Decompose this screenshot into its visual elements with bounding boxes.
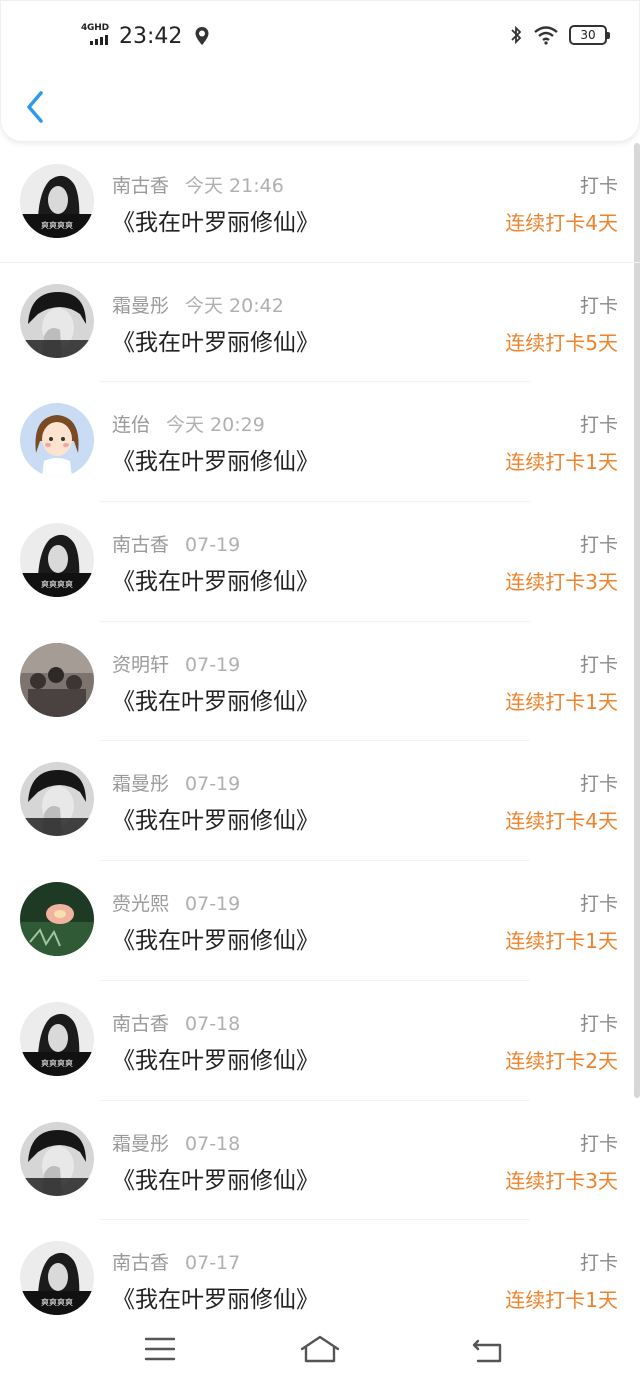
entry-time: 07-18 <box>185 1132 241 1155</box>
user-name[interactable]: 南古香 <box>112 534 169 556</box>
network-type: 4GHD <box>81 23 109 33</box>
avatar[interactable]: 爽爽爽爽 <box>20 164 94 238</box>
back-icon[interactable] <box>468 1329 508 1369</box>
signal-icon: 4GHD <box>81 23 113 49</box>
book-title[interactable]: 《我在叶罗丽修仙》 <box>112 921 319 955</box>
checkin-label: 打卡 <box>579 1132 618 1155</box>
entry-time: 07-19 <box>185 893 241 916</box>
system-nav-bar <box>0 1315 640 1387</box>
book-title[interactable]: 《我在叶罗丽修仙》 <box>112 323 319 357</box>
streak-count: 连续打卡3天 <box>505 570 618 595</box>
svg-text:爽爽爽爽: 爽爽爽爽 <box>41 580 73 589</box>
entry-meta: 霜曼彤 07-18 <box>112 1129 240 1156</box>
checkin-label: 打卡 <box>579 294 618 317</box>
battery-level: 30 <box>580 28 596 42</box>
entry-meta: 资明轩 07-19 <box>112 650 240 677</box>
streak-count: 连续打卡5天 <box>505 330 618 355</box>
streak-count: 连续打卡1天 <box>505 450 618 475</box>
menu-icon[interactable] <box>140 1329 180 1369</box>
entry-time: 今天 20:42 <box>185 294 284 317</box>
checkin-label: 打卡 <box>579 1012 618 1035</box>
avatar[interactable] <box>20 882 94 957</box>
streak-count: 连续打卡1天 <box>505 929 618 954</box>
user-name[interactable]: 连佁 <box>112 414 150 436</box>
checkin-label: 打卡 <box>579 1252 618 1275</box>
list-item[interactable]: 霜曼彤 07-19 《我在叶罗丽修仙》 打卡 连续打卡4天 <box>0 741 640 862</box>
streak-count: 连续打卡4天 <box>505 211 618 235</box>
entry-time: 07-19 <box>185 653 241 676</box>
avatar[interactable] <box>20 283 94 358</box>
svg-text:爽爽爽爽: 爽爽爽爽 <box>41 1059 73 1068</box>
back-button[interactable] <box>21 87 51 127</box>
entry-time: 07-18 <box>185 1012 241 1035</box>
checkin-label: 打卡 <box>579 534 618 557</box>
location-icon <box>195 27 209 45</box>
entry-meta: 连佁 今天 20:29 <box>112 410 265 437</box>
battery-icon: 30 <box>569 25 610 45</box>
user-name[interactable]: 资明轩 <box>112 654 169 676</box>
entry-meta: 南古香 今天 21:46 <box>112 171 284 198</box>
list-item[interactable]: 连佁 今天 20:29 《我在叶罗丽修仙》 打卡 连续打卡1天 <box>0 382 640 503</box>
streak-count: 连续打卡1天 <box>505 689 618 714</box>
checkin-list: 爽爽爽爽 南古香 今天 21:46 《我在叶罗丽修仙》 打卡 连续打卡4天 霜曼彤… <box>0 143 640 1340</box>
checkin-label: 打卡 <box>579 414 618 437</box>
bluetooth-icon <box>511 25 522 45</box>
streak-count: 连续打卡2天 <box>505 1048 618 1073</box>
list-item[interactable]: 爽爽爽爽 南古香 今天 21:46 《我在叶罗丽修仙》 打卡 连续打卡4天 <box>0 143 640 263</box>
list-item[interactable]: 资明轩 07-19 《我在叶罗丽修仙》 打卡 连续打卡1天 <box>0 622 640 742</box>
entry-meta: 南古香 07-18 <box>112 1009 240 1036</box>
user-name[interactable]: 南古香 <box>112 1013 169 1035</box>
user-name[interactable]: 赍光熙 <box>112 893 169 915</box>
user-name[interactable]: 霜曼彤 <box>112 1133 169 1155</box>
svg-text:爽爽爽爽: 爽爽爽爽 <box>41 1298 73 1307</box>
book-title[interactable]: 《我在叶罗丽修仙》 <box>112 203 319 237</box>
svg-text:爽爽爽爽: 爽爽爽爽 <box>41 221 73 230</box>
user-name[interactable]: 南古香 <box>112 1252 169 1274</box>
avatar[interactable]: 爽爽爽爽 <box>20 1001 94 1076</box>
entry-time: 07-17 <box>185 1252 241 1275</box>
entry-meta: 赍光熙 07-19 <box>112 889 240 916</box>
book-title[interactable]: 《我在叶罗丽修仙》 <box>112 1161 319 1195</box>
user-name[interactable]: 霜曼彤 <box>112 295 169 317</box>
book-title[interactable]: 《我在叶罗丽修仙》 <box>112 442 319 476</box>
entry-meta: 南古香 07-17 <box>112 1248 240 1275</box>
status-time: 23:42 <box>119 23 183 49</box>
checkin-label: 打卡 <box>579 653 618 676</box>
wifi-icon <box>534 26 558 45</box>
header-bar: 4GHD 23:42 30 <box>0 0 640 142</box>
avatar[interactable] <box>20 642 94 717</box>
entry-meta: 霜曼彤 今天 20:42 <box>112 291 284 318</box>
avatar[interactable]: 爽爽爽爽 <box>20 523 94 598</box>
book-title[interactable]: 《我在叶罗丽修仙》 <box>112 562 319 596</box>
list-item[interactable]: 赍光熙 07-19 《我在叶罗丽修仙》 打卡 连续打卡1天 <box>0 861 640 981</box>
status-bar: 4GHD 23:42 30 <box>1 1 640 71</box>
home-icon[interactable] <box>298 1329 342 1369</box>
avatar[interactable] <box>20 403 94 478</box>
entry-time: 07-19 <box>185 534 241 557</box>
book-title[interactable]: 《我在叶罗丽修仙》 <box>112 682 319 716</box>
user-name[interactable]: 霜曼彤 <box>112 773 169 795</box>
streak-count: 连续打卡3天 <box>505 1168 618 1193</box>
list-item[interactable]: 爽爽爽爽 南古香 07-19 《我在叶罗丽修仙》 打卡 连续打卡3天 <box>0 502 640 622</box>
entry-time: 今天 21:46 <box>185 175 284 197</box>
avatar[interactable] <box>20 762 94 837</box>
checkin-label: 打卡 <box>579 773 618 796</box>
entry-meta: 霜曼彤 07-19 <box>112 769 240 796</box>
list-item[interactable]: 霜曼彤 07-18 《我在叶罗丽修仙》 打卡 连续打卡3天 <box>0 1101 640 1221</box>
avatar[interactable] <box>20 1121 94 1196</box>
checkin-label: 打卡 <box>579 893 618 916</box>
entry-time: 今天 20:29 <box>166 414 265 437</box>
entry-time: 07-19 <box>185 773 241 796</box>
book-title[interactable]: 《我在叶罗丽修仙》 <box>112 801 319 835</box>
book-title[interactable]: 《我在叶罗丽修仙》 <box>112 1041 319 1075</box>
book-title[interactable]: 《我在叶罗丽修仙》 <box>112 1280 319 1314</box>
list-item[interactable]: 霜曼彤 今天 20:42 《我在叶罗丽修仙》 打卡 连续打卡5天 <box>0 263 640 383</box>
avatar[interactable]: 爽爽爽爽 <box>20 1241 94 1316</box>
checkin-label: 打卡 <box>579 175 618 197</box>
user-name[interactable]: 南古香 <box>112 175 169 197</box>
list-item[interactable]: 爽爽爽爽 南古香 07-18 《我在叶罗丽修仙》 打卡 连续打卡2天 <box>0 981 640 1101</box>
streak-count: 连续打卡1天 <box>505 1288 618 1313</box>
entry-meta: 南古香 07-19 <box>112 530 240 557</box>
streak-count: 连续打卡4天 <box>505 809 618 834</box>
